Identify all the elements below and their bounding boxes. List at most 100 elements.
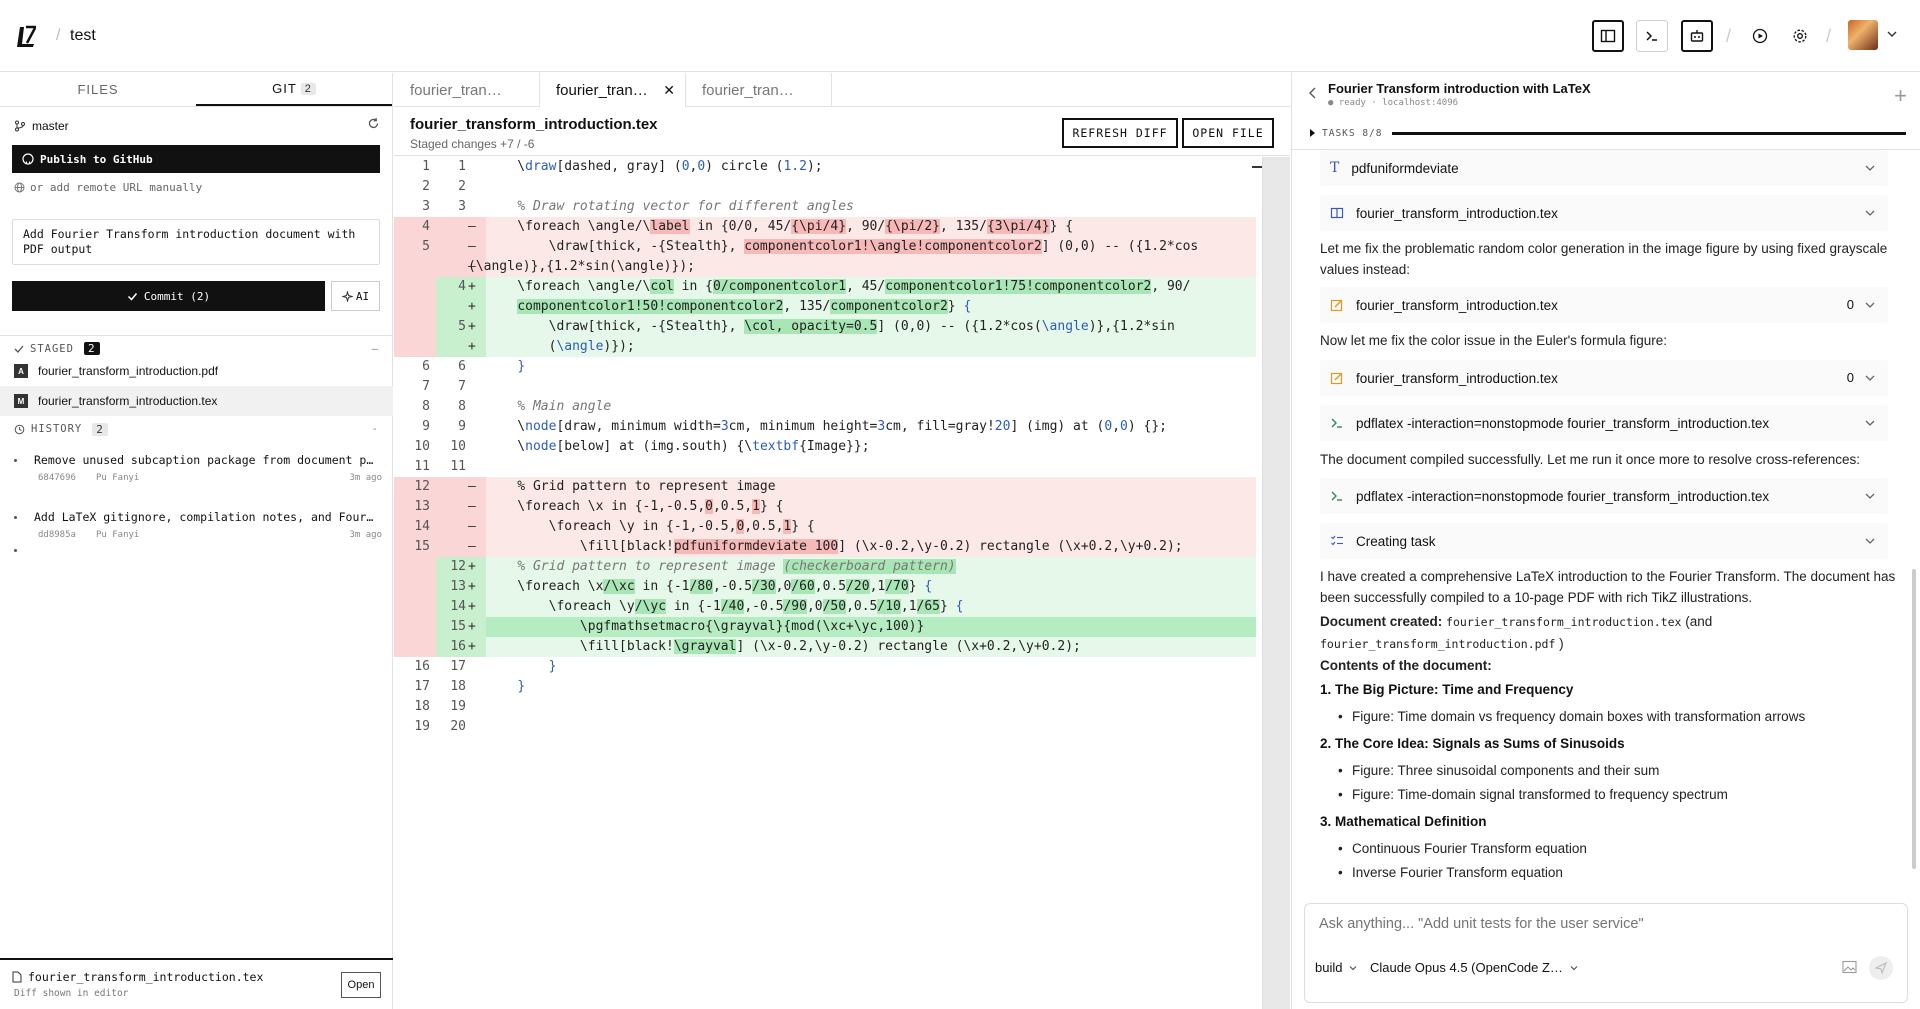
tool-call[interactable]: fourier_transform_introduction.tex xyxy=(1320,195,1888,231)
refresh-icon[interactable] xyxy=(367,117,380,130)
branch-name: master xyxy=(32,119,69,133)
commit-button[interactable]: Commit (2) xyxy=(12,281,325,311)
toolbar-divider: / xyxy=(1826,26,1832,46)
diff-line-added: + (\angle)}); xyxy=(394,337,1256,357)
publish-github-button[interactable]: Publish to GitHub xyxy=(12,145,380,173)
refresh-diff-button[interactable]: REFRESH DIFF xyxy=(1062,118,1178,148)
add-remote-label: or add remote URL manually xyxy=(30,181,203,194)
added-badge: A xyxy=(14,364,28,378)
selected-file-footer: fourier_transform_introduction.tex Diff … xyxy=(0,958,393,1009)
collapse-icon[interactable]: — xyxy=(372,343,379,355)
close-tab-icon[interactable]: ✕ xyxy=(663,82,675,99)
file-icon xyxy=(12,971,22,983)
history-count-badge: 2 xyxy=(92,422,108,436)
diff-line-added: 13 + \foreach \x/\xc in {-1/80,-0.5/30,0/… xyxy=(394,577,1256,597)
history-item[interactable]: Remove unused subcaption package from do… xyxy=(12,453,382,501)
commit-meta: dd8985a Pu Fanyi 3m ago xyxy=(38,530,382,540)
tool-call[interactable]: fourier_transform_introduction.tex 0 xyxy=(1320,287,1888,323)
history-section-header[interactable]: HISTORY 2 - xyxy=(0,416,393,442)
chat-scrollbar[interactable] xyxy=(1912,149,1920,893)
tool-label: fourier_transform_introduction.tex xyxy=(1356,205,1558,221)
git-count-badge: 2 xyxy=(300,82,316,95)
collapse-icon[interactable]: - xyxy=(372,423,379,435)
send-icon xyxy=(1875,962,1887,974)
publish-label: Publish to GitHub xyxy=(40,152,153,166)
diff-line-added: 5 + \draw[thick, -{Stealth}, \col, opacit… xyxy=(394,317,1256,337)
history-item[interactable]: Add LaTeX gitignore, compilation notes, … xyxy=(12,510,382,558)
tool-call[interactable]: Creating task xyxy=(1320,523,1888,559)
diff-line: 66 } xyxy=(422,359,526,374)
commit-message-input[interactable]: Add Fourier Transform introduction docum… xyxy=(12,219,380,265)
image-attach-icon[interactable] xyxy=(1842,960,1857,974)
settings-button[interactable] xyxy=(1784,20,1816,52)
chat-composer: build Claude Opus 4.5 (OpenCode Z… xyxy=(1304,903,1908,1003)
new-session-button[interactable]: + xyxy=(1894,83,1907,109)
diff-line: 10 10 \node[below] at (img.south) {\textb… xyxy=(414,439,870,454)
model-selector[interactable]: Claude Opus 4.5 (OpenCode Z… xyxy=(1370,960,1579,975)
ai-commit-message-button[interactable]: AI xyxy=(331,281,380,311)
staged-file-tex[interactable]: M fourier_transform_introduction.tex xyxy=(0,386,393,416)
diff-line-added: 4 + \foreach \angle/\col in {0/componentc… xyxy=(394,277,1256,297)
chevron-down-icon xyxy=(1865,538,1875,544)
chevron-down-icon[interactable] xyxy=(1886,28,1898,40)
commit-hash: dd8985a xyxy=(38,530,76,540)
tool-call[interactable]: T pdfuniformdeviate xyxy=(1320,150,1888,186)
diff-line: 88 % Main angle xyxy=(422,399,612,414)
diff-editor: fourier_tran… fourier_tran… ✕ fourier_tra… xyxy=(394,73,1290,1009)
sidebar-icon xyxy=(1600,29,1616,43)
terminal-icon xyxy=(1331,491,1342,501)
tool-call[interactable]: fourier_transform_introduction.tex 0 xyxy=(1320,360,1888,396)
editor-tab-active[interactable]: fourier_tran… ✕ xyxy=(540,73,686,107)
commit-time: 3m ago xyxy=(349,530,382,540)
session-title: Fourier Transform introduction with LaTe… xyxy=(1328,81,1591,96)
run-button[interactable] xyxy=(1744,20,1776,52)
terminal-button[interactable] xyxy=(1636,20,1668,52)
tasks-progress[interactable]: TASKS 8/8 xyxy=(1308,125,1906,141)
tab-git[interactable]: GIT 2 xyxy=(196,73,392,106)
toolbar-divider: / xyxy=(1726,26,1732,46)
contents-bullet: Inverse Fourier Transform equation xyxy=(1338,865,1563,880)
agent-button[interactable] xyxy=(1681,20,1713,52)
contents-bullet: Continuous Fourier Transform equation xyxy=(1338,841,1587,856)
user-avatar[interactable] xyxy=(1848,20,1878,50)
assistant-message: Let me fix the problematic random color … xyxy=(1320,241,1888,277)
add-remote-link[interactable]: or add remote URL manually xyxy=(14,181,202,194)
diff-line-added: 14 + \foreach \y/\yc in {-1/40,-0.5/90,0/… xyxy=(394,597,1256,617)
editor-tab[interactable]: fourier_tran… xyxy=(394,73,540,107)
app-logo-icon[interactable] xyxy=(14,24,40,50)
send-button[interactable] xyxy=(1869,956,1893,980)
mode-selector[interactable]: build xyxy=(1315,960,1358,975)
scroll-thumb[interactable] xyxy=(1912,569,1916,869)
tab-files-label: FILES xyxy=(77,82,119,97)
edit-icon xyxy=(1330,372,1343,385)
editor-tab-label: fourier_tran… xyxy=(410,81,502,99)
tool-call[interactable]: pdflatex -interaction=nonstopmode fourie… xyxy=(1320,478,1888,514)
commit-author: Pu Fanyi xyxy=(96,530,140,540)
editor-tab-label: fourier_tran… xyxy=(702,81,794,99)
list-icon xyxy=(1331,535,1343,546)
commit-hash: 6847696 xyxy=(38,473,76,483)
tab-git-label: GIT xyxy=(272,81,297,96)
chat-input[interactable] xyxy=(1319,916,1889,932)
editor-scrollbar[interactable] xyxy=(1262,157,1290,1009)
caret-right-icon xyxy=(1310,129,1315,137)
editor-tab[interactable]: fourier_tran… xyxy=(686,73,832,107)
doc-close: ) xyxy=(1559,636,1564,651)
staged-file-pdf[interactable]: A fourier_transform_introduction.pdf xyxy=(0,356,393,386)
open-file-button[interactable]: Open xyxy=(341,972,381,998)
chevron-left-icon[interactable] xyxy=(1308,87,1318,99)
diff-line-removed: 14– \foreach \y in {-1,-0.5,0,0.5,1} { xyxy=(394,517,1256,537)
tool-call[interactable]: pdflatex -interaction=nonstopmode fourie… xyxy=(1320,405,1888,441)
contents-item: 2. The Core Idea: Signals as Sums of Sin… xyxy=(1320,736,1625,751)
open-file-button[interactable]: OPEN FILE xyxy=(1182,118,1274,148)
diff-code-view[interactable]: 11 \draw[dashed, gray] (0,0) circle (1.2… xyxy=(394,157,1256,1009)
chevron-down-icon xyxy=(1865,493,1875,499)
branch-selector[interactable]: master xyxy=(14,117,380,135)
terminal-icon xyxy=(1646,31,1657,41)
tab-files[interactable]: FILES xyxy=(0,73,196,106)
diff-line: 22 xyxy=(422,179,466,194)
staged-count-badge: 2 xyxy=(83,342,100,355)
project-name[interactable]: test xyxy=(70,27,96,45)
toggle-sidebar-button[interactable] xyxy=(1592,20,1624,52)
model-label: Claude Opus 4.5 (OpenCode Z… xyxy=(1370,960,1563,975)
